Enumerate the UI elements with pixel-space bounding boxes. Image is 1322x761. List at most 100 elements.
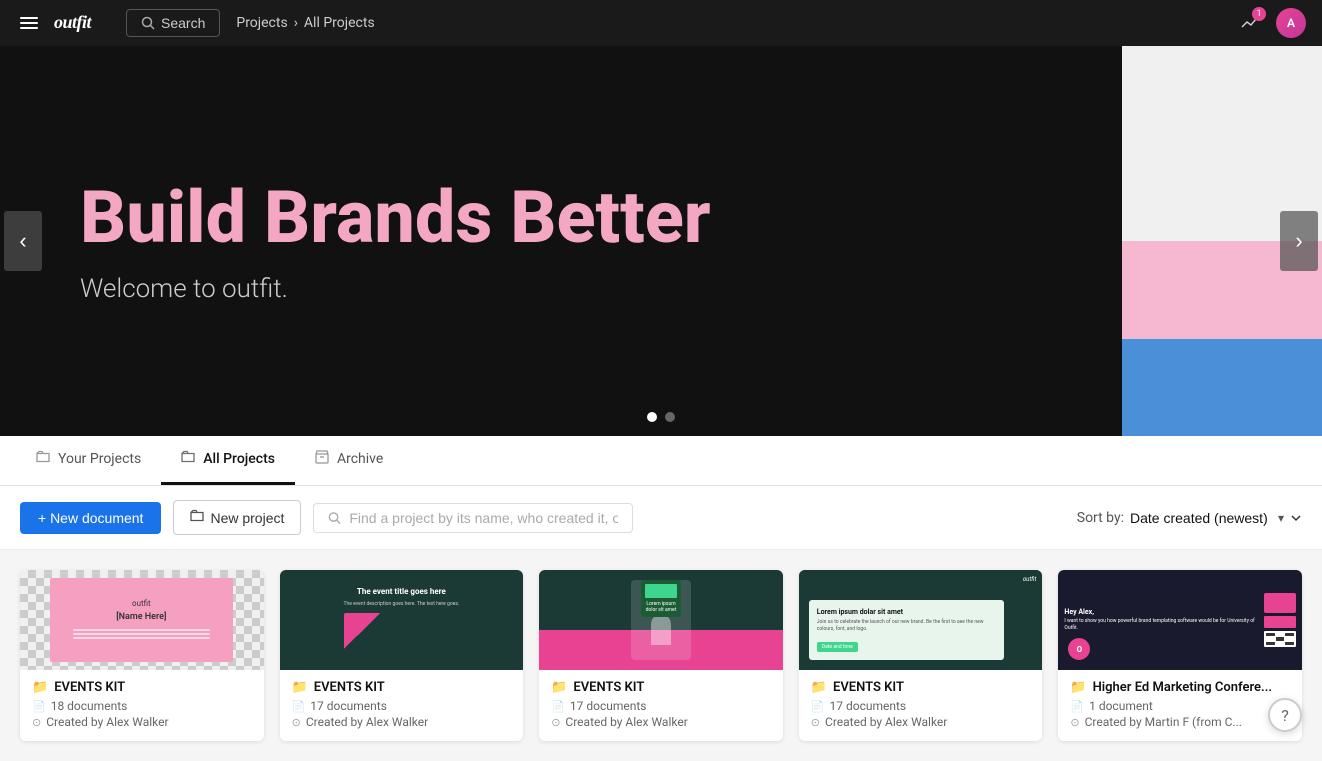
qr-cell [1276, 637, 1285, 640]
folder-icon: 📁 [292, 680, 308, 695]
new-project-label: New project [210, 510, 284, 526]
projects-grid: outfit [Name Here] 📁 EVENTS KIT 📄 18 doc… [0, 550, 1322, 761]
notification-badge[interactable]: 1 [1236, 9, 1264, 37]
project-info: 📁 EVENTS KIT 📄 17 documents ⊙ Created by… [539, 670, 783, 741]
new-project-button[interactable]: New project [173, 500, 301, 535]
search-label: Search [161, 15, 205, 31]
new-document-label: + New document [38, 510, 143, 526]
svg-text:outfit: outfit [54, 12, 93, 32]
project-doc-count: 📄 18 documents [32, 699, 252, 713]
hero-subtitle: Welcome to outfit. [80, 274, 1242, 304]
thumb-content: The event title goes here The event desc… [280, 570, 524, 670]
prev-arrow-icon: ‹ [19, 228, 26, 254]
thumb-line [73, 637, 210, 639]
project-name: 📁 EVENTS KIT [551, 680, 771, 695]
he-strip [1264, 616, 1296, 628]
archive-icon [315, 450, 329, 468]
creator-label: Created by Alex Walker [306, 715, 428, 729]
person-icon: ⊙ [551, 716, 560, 729]
document-icon: 📄 [551, 700, 565, 713]
project-card[interactable]: Lorem ipsum dolor sit amet 📁 EVENTS KIT … [539, 570, 783, 741]
project-name: 📁 EVENTS KIT [32, 680, 252, 695]
folder-icon: 📁 [32, 680, 48, 695]
carousel-next-button[interactable]: › [1280, 211, 1318, 271]
creator-label: Created by Alex Walker [46, 715, 168, 729]
thumb-content: outfit Lorem ipsum dolar sit amet Join u… [799, 570, 1043, 670]
thumb-name-text: [Name Here] [116, 612, 166, 622]
thumb-lines [73, 627, 210, 641]
doc-count-label: 1 document [1089, 699, 1153, 713]
he-left: Hey Alex, I want to show you how powerfu… [1064, 608, 1260, 632]
tab-archive[interactable]: Archive [295, 436, 403, 485]
project-search-input[interactable] [349, 510, 618, 526]
project-creator: ⊙ Created by Alex Walker [811, 715, 1031, 729]
project-title: EVENTS KIT [833, 680, 904, 695]
header-right: 1 A [1236, 8, 1306, 38]
document-icon: 📄 [811, 700, 825, 713]
project-thumbnail: outfit [Name Here] [20, 570, 264, 670]
project-card[interactable]: outfit [Name Here] 📁 EVENTS KIT 📄 18 doc… [20, 570, 264, 741]
project-doc-count: 📄 17 documents [811, 699, 1031, 713]
search-button[interactable]: Search [126, 9, 220, 37]
project-doc-count: 📄 1 document [1070, 699, 1290, 713]
project-search-bar[interactable] [313, 503, 633, 533]
document-icon: 📄 [292, 700, 306, 713]
tab-your-projects[interactable]: Your Projects [16, 436, 161, 485]
project-thumbnail: Hey Alex, I want to show you how powerfu… [1058, 570, 1302, 670]
event-title: The event title goes here [344, 587, 460, 597]
folder-icon: 📁 [551, 680, 567, 695]
new-document-button[interactable]: + New document [20, 502, 161, 534]
qr-cell [1276, 633, 1285, 636]
tab-all-projects[interactable]: All Projects [161, 436, 295, 485]
he-phone [1264, 593, 1296, 613]
thumb-line [73, 629, 210, 631]
folder-icon [36, 450, 50, 468]
project-name: 📁 Higher Ed Marketing Confere... [1070, 680, 1290, 695]
green-bar [645, 584, 677, 598]
sort-wrapper: Date created (newest) Date created (olde… [1130, 510, 1284, 526]
qr-cell [1285, 633, 1294, 636]
thumb-content: Hey Alex, I want to show you how powerfu… [1058, 570, 1302, 670]
tab-your-projects-label: Your Projects [58, 451, 141, 467]
doc-count-label: 17 documents [830, 699, 907, 713]
carousel-dot-1[interactable] [647, 412, 657, 422]
tab-all-projects-label: All Projects [203, 451, 275, 467]
project-card[interactable]: outfit Lorem ipsum dolar sit amet Join u… [799, 570, 1043, 741]
project-info: 📁 EVENTS KIT 📄 18 documents ⊙ Created by… [20, 670, 264, 741]
chevron-down-icon [1290, 512, 1302, 524]
project-title: EVENTS KIT [54, 680, 125, 695]
search-icon [141, 16, 155, 30]
app-header: outfit Search Projects › All Projects 1 … [0, 0, 1322, 46]
folder-icon [181, 450, 195, 468]
thumb-content: outfit [Name Here] [50, 578, 233, 662]
project-name: 📁 EVENTS KIT [811, 680, 1031, 695]
search-icon [328, 511, 341, 525]
menu-button[interactable] [16, 13, 42, 33]
tab-archive-label: Archive [337, 451, 383, 467]
qr-cell [1266, 633, 1275, 636]
help-button[interactable]: ? [1268, 698, 1302, 732]
document-icon: 📄 [1070, 700, 1084, 713]
person-icon: ⊙ [292, 716, 301, 729]
carousel-prev-button[interactable]: ‹ [4, 211, 42, 271]
hero-track: Build Brands Better Welcome to outfit. [0, 46, 1322, 436]
panel-blue [1122, 339, 1322, 437]
project-card[interactable]: Hey Alex, I want to show you how powerfu… [1058, 570, 1302, 741]
folder-icon: 📁 [1070, 680, 1086, 695]
sort-select[interactable]: Date created (newest) Date created (olde… [1130, 510, 1284, 526]
doc-count-label: 18 documents [51, 699, 128, 713]
project-card[interactable]: The event title goes here The event desc… [280, 570, 524, 741]
person-card-overlay: Lorem ipsum dolor sit amet [641, 580, 681, 617]
lorem-text: Join us to celebrate the launch of our n… [817, 619, 996, 633]
carousel-dot-2[interactable] [665, 412, 675, 422]
qr-cell [1285, 642, 1294, 645]
date-btn: Date and time [817, 642, 858, 652]
circle-logo: O [1068, 638, 1090, 660]
hero-title: Build Brands Better [80, 178, 1242, 257]
user-avatar[interactable]: A [1276, 8, 1306, 38]
menu-bar [20, 17, 38, 19]
breadcrumb-root[interactable]: Projects [236, 15, 287, 31]
thumb-line [73, 633, 210, 635]
thumb-logo-text: outfit [132, 599, 151, 608]
creator-label: Created by Alex Walker [825, 715, 947, 729]
